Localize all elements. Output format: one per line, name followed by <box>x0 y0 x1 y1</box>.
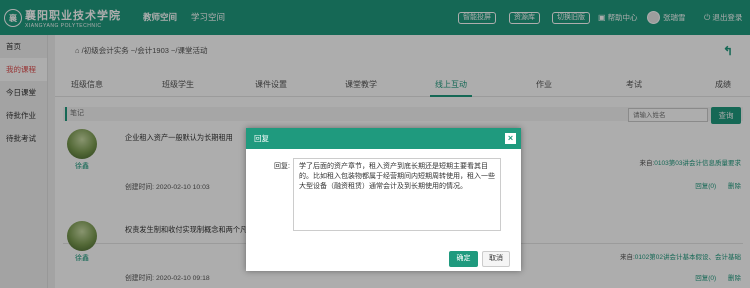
reply-label: 回复: <box>274 163 290 170</box>
cancel-button[interactable]: 取消 <box>482 251 510 267</box>
close-icon[interactable]: × <box>505 133 516 144</box>
confirm-button[interactable]: 确定 <box>449 251 478 267</box>
dialog-title: 回复 <box>254 134 269 143</box>
reply-textarea[interactable]: 学了后面的资产章节，租入资产到底长期还是短期主要看其目的。比如租入包装物都属于经… <box>293 158 501 231</box>
dialog-header: 回复 × <box>246 128 521 149</box>
reply-dialog: 回复 × 回复: 学了后面的资产章节，租入资产到底长期还是短期主要看其目的。比如… <box>246 128 521 271</box>
